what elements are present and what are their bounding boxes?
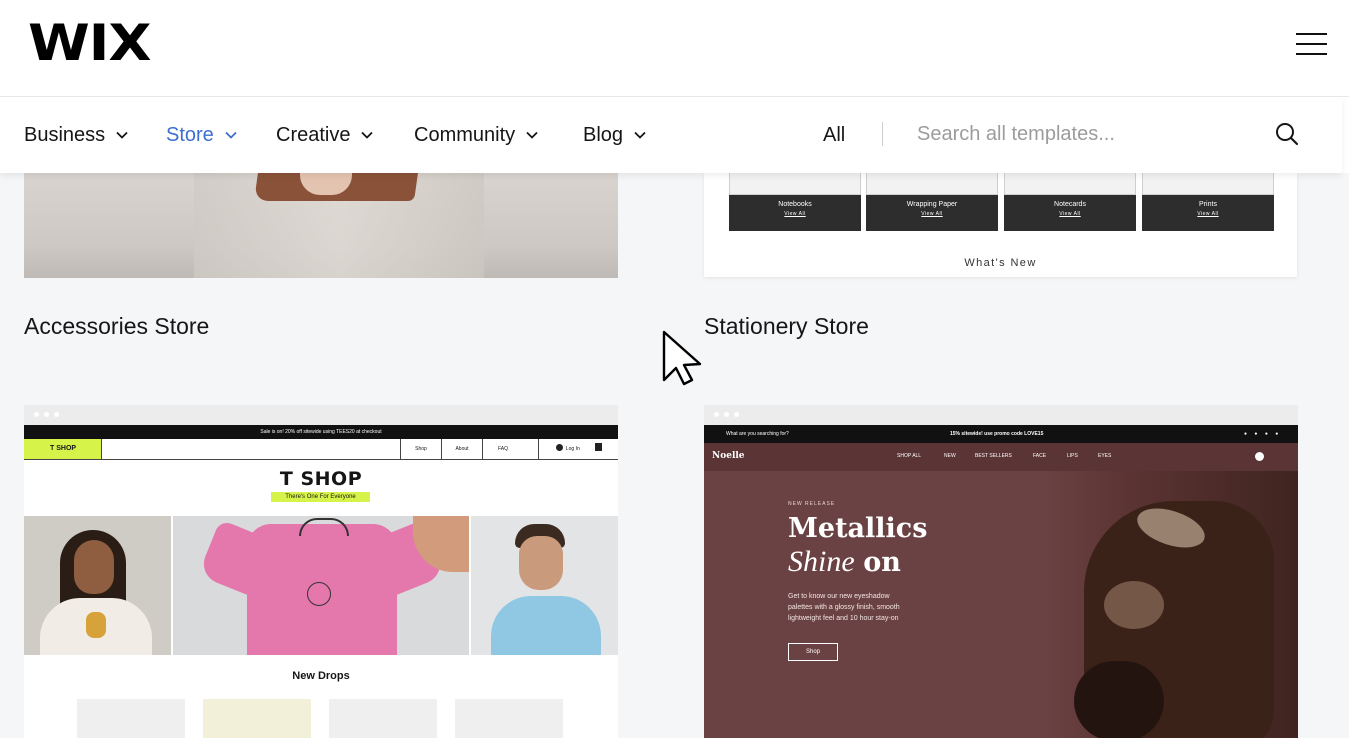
product-tile: Prints View All <box>1142 173 1274 231</box>
chevron-down-icon <box>526 131 538 139</box>
chevron-down-icon <box>634 131 646 139</box>
template-gallery: Accessories Store Notebooks View All Wrap… <box>0 173 1349 738</box>
site-nav: T SHOP Shop About FAQ Log In <box>24 439 618 460</box>
all-templates-button[interactable]: All <box>823 123 845 147</box>
noelle-thumbnail[interactable]: What are you searching for? 15% sitewide… <box>704 405 1298 738</box>
tshirt-photo <box>173 516 469 655</box>
account-icon <box>1255 452 1264 461</box>
category-label: Store <box>166 124 214 146</box>
hero-headline-2: Shine on <box>788 545 901 579</box>
category-label: Community <box>414 124 516 146</box>
nav-link: About <box>441 439 482 459</box>
search-icon[interactable] <box>1274 121 1302 149</box>
t-shop-thumbnail[interactable]: Sale is on! 20% off sitewide using TEES2… <box>24 405 618 738</box>
chevron-down-icon <box>225 131 237 139</box>
category-store[interactable]: Store <box>166 123 237 147</box>
tile-link: View All <box>921 211 943 217</box>
product-card <box>77 699 185 738</box>
nav-link: SHOP ALL <box>897 453 922 459</box>
tile-name: Prints <box>1199 201 1217 208</box>
tile-link: View All <box>784 211 806 217</box>
category-nav: Business Store Creative Community Blog A… <box>0 97 1342 173</box>
hero-banner: NEW RELEASE Metallics Shine on Get to kn… <box>704 471 1298 738</box>
model-photo <box>471 516 618 655</box>
site-nav: Noelle SHOP ALL NEW BEST SELLERS FACE LI… <box>704 443 1298 471</box>
nav-link: NEW <box>944 453 956 459</box>
user-icon <box>555 444 563 451</box>
nav-link: BEST SELLERS <box>975 453 1012 459</box>
category-label: Blog <box>583 124 624 146</box>
template-title[interactable]: Stationery Store <box>704 312 869 340</box>
model-photo <box>24 516 171 655</box>
product-card <box>329 699 437 738</box>
site-header: WIX <box>0 0 1349 97</box>
cart-icon <box>595 443 603 451</box>
product-tile: Notebooks View All <box>729 173 861 231</box>
nav-link: FAQ <box>482 439 523 459</box>
wix-logo[interactable]: WIX <box>28 18 152 68</box>
browser-chrome <box>24 405 618 425</box>
tile-name: Notecards <box>1054 201 1086 208</box>
section-title: New Drops <box>292 670 350 682</box>
search-prompt: What are you searching for? <box>726 431 789 437</box>
category-blog[interactable]: Blog <box>583 123 646 147</box>
hamburger-menu-icon[interactable] <box>1296 31 1327 57</box>
nav-link: EYES <box>1098 453 1112 459</box>
nav-link: FACE <box>1033 453 1047 459</box>
social-icons: ● ● ● ● <box>1244 431 1282 437</box>
headline-italic: Shine <box>788 545 855 578</box>
eyebrow-text: NEW RELEASE <box>788 501 836 507</box>
headline-bold: on <box>863 547 901 578</box>
site-logo: Noelle <box>712 451 745 461</box>
tile-link: View All <box>1197 211 1219 217</box>
hero-heading: T SHOP <box>279 468 363 490</box>
announcement-bar: Sale is on! 20% off sitewide using TEES2… <box>24 425 618 439</box>
product-tile: Notecards View All <box>1004 173 1136 231</box>
tile-link: View All <box>1059 211 1081 217</box>
product-card <box>455 699 563 738</box>
category-community[interactable]: Community <box>414 123 538 147</box>
site-logo: T SHOP <box>24 439 102 459</box>
chevron-down-icon <box>361 131 374 139</box>
hero-tagline: There's One For Everyone <box>271 492 370 502</box>
tile-name: Wrapping Paper <box>906 201 958 208</box>
announcement-bar: What are you searching for? 15% sitewide… <box>704 425 1298 443</box>
nav-link: LIPS <box>1067 453 1078 459</box>
category-label: Creative <box>276 124 351 146</box>
hero-body: Get to know our new eyeshadow palettes w… <box>788 593 900 622</box>
section-title: What's New <box>964 257 1037 269</box>
stationery-store-thumbnail[interactable]: Notebooks View All Wrapping Paper View All… <box>704 173 1297 277</box>
promo-text: 15% sitewide! use promo code LOVE15 <box>950 431 1044 437</box>
search-templates-input[interactable] <box>917 117 1257 151</box>
mouse-pointer-icon <box>662 330 702 386</box>
chevron-down-icon <box>116 131 128 139</box>
category-label: Business <box>24 124 106 146</box>
hero-headline: Metallics <box>788 513 928 544</box>
login-label: Log In <box>565 446 580 452</box>
template-title[interactable]: Accessories Store <box>24 312 209 340</box>
shop-button: Shop <box>788 643 838 661</box>
accessories-store-thumbnail[interactable] <box>24 173 618 278</box>
category-business[interactable]: Business <box>24 123 128 147</box>
model-photo <box>1044 471 1298 738</box>
nav-link: Shop <box>400 439 441 459</box>
category-creative[interactable]: Creative <box>276 123 374 147</box>
login-link: Log In <box>538 439 618 459</box>
divider <box>882 122 883 146</box>
product-card <box>203 699 311 738</box>
browser-chrome <box>704 405 1298 425</box>
product-tile: Wrapping Paper View All <box>866 173 998 231</box>
tile-name: Notebooks <box>778 201 812 208</box>
